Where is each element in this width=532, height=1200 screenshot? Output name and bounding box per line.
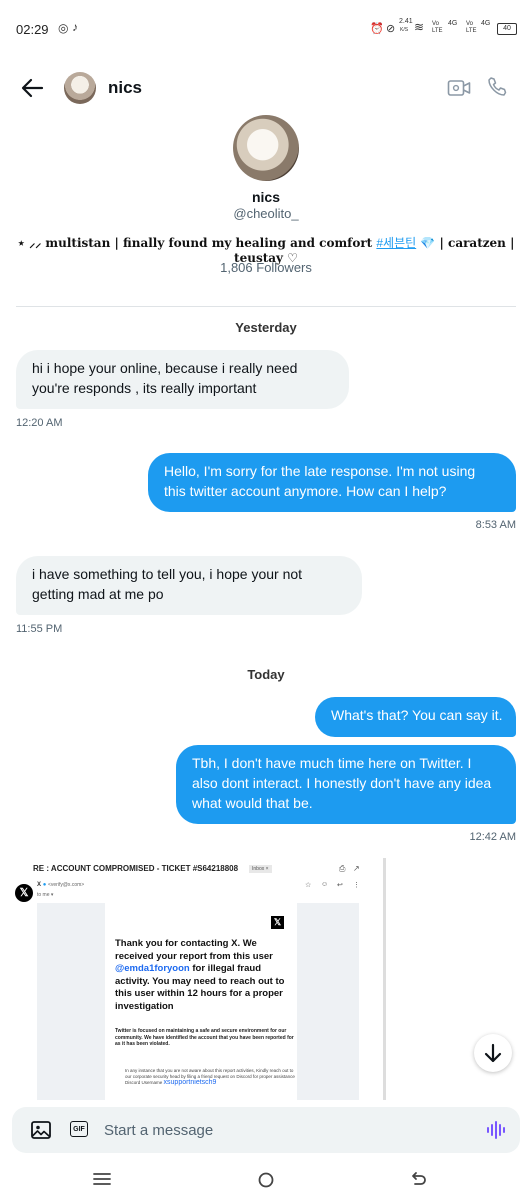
image-icon[interactable] [30, 1120, 52, 1145]
open-new-icon: ↗ [353, 864, 360, 873]
email-main-text: Thank you for contacting X. We received … [115, 938, 295, 1013]
voice-message-icon[interactable] [486, 1119, 506, 1146]
video-call-icon[interactable] [447, 78, 471, 103]
volte-label-1: Vo LTE [432, 21, 443, 34]
home-icon[interactable] [257, 1171, 275, 1194]
instagram-icon: ◎ [58, 21, 69, 35]
message-time: 12:42 AM [469, 831, 516, 843]
email-to: to me ▾ [37, 892, 54, 898]
email-subject: RE : ACCOUNT COMPROMISED - TICKET #S6421… [33, 864, 239, 873]
print-icon: ⎙ [339, 864, 346, 873]
status-time: 02:29 [16, 22, 49, 37]
tiktok-icon: ♪ [72, 20, 78, 34]
scroll-down-button[interactable] [474, 1034, 512, 1072]
reported-user-link: @emda1foryoon [115, 963, 190, 974]
profile-name: nics [251, 189, 280, 205]
more-icon: ⋮ [353, 882, 360, 889]
image-attachment[interactable]: RE : ACCOUNT COMPROMISED - TICKET #S6421… [15, 858, 386, 1100]
email-sender: X ● <verify@x.com> [37, 882, 84, 888]
gif-icon[interactable]: GIF [70, 1121, 88, 1137]
alarm-icon: ⏰ [370, 23, 384, 35]
header-name[interactable]: nics [108, 78, 142, 98]
message-bubble-out[interactable]: Tbh, I don't have much time here on Twit… [176, 745, 516, 824]
sender-name: X [37, 882, 42, 888]
wifi-icon: ≋ [414, 20, 425, 34]
x-logo-icon: 𝕏 [271, 916, 284, 929]
message-bubble-out[interactable]: Hello, I'm sorry for the late response. … [148, 453, 516, 512]
message-composer [12, 1107, 520, 1153]
menu-icon[interactable] [92, 1171, 112, 1192]
message-bubble-in[interactable]: i have something to tell you, i hope you… [16, 556, 362, 615]
system-nav-bar [0, 1160, 532, 1200]
network-4g-2: 4G [481, 20, 491, 27]
net-speed-unit: K/S [400, 27, 409, 33]
status-bar: 02:29 ◎ ♪ ⏰ ⊘ 2.41 K/S ≋ Vo LTE 4G Vo LT… [0, 0, 532, 60]
reply-icon: ↩ [337, 882, 343, 889]
star-icon: ☆ [305, 882, 312, 889]
day-label-yesterday: Yesterday [235, 320, 297, 335]
bio-prefix: ⋆ ⸝⸝ multistan | finally found my healin… [17, 236, 377, 250]
day-label-today: Today [247, 667, 285, 682]
divider [16, 306, 516, 307]
header-avatar[interactable] [64, 72, 96, 104]
email-paragraph: Twitter is focused on maintaining a safe… [115, 1028, 294, 1047]
message-time: 8:53 AM [475, 519, 516, 531]
bio-hashtag[interactable]: #세븐틴 [376, 236, 416, 250]
profile-avatar[interactable] [233, 115, 299, 181]
x-logo-icon: 𝕏 [15, 884, 33, 902]
back-nav-icon[interactable] [410, 1170, 428, 1193]
profile-followers[interactable]: 1,806 Followers [0, 260, 532, 275]
message-time: 11:55 PM [16, 623, 63, 635]
emoji-icon: ☺ [321, 881, 329, 888]
message-time: 12:20 AM [16, 417, 63, 429]
back-arrow-icon[interactable] [18, 74, 48, 102]
email-small-text: In any instance that you are not aware a… [125, 1068, 295, 1086]
message-bubble-in[interactable]: hi i hope your online, because i really … [16, 350, 349, 409]
verified-icon: ● [42, 882, 47, 888]
arrow-down-icon [484, 1043, 502, 1063]
network-4g-1: 4G [448, 20, 458, 27]
message-input[interactable]: Start a message [104, 1122, 213, 1139]
message-bubble-out[interactable]: What's that? You can say it. [315, 697, 516, 737]
body-1: Thank you for contacting X. We received … [115, 938, 273, 962]
volte-label-2: Vo LTE [466, 21, 477, 34]
mute-icon: ⊘ [386, 23, 396, 35]
sender-email: <verify@x.com> [47, 882, 85, 888]
discord-username: xsupportnietsch9 [163, 1079, 217, 1086]
net-speed: 2.41 [399, 18, 413, 25]
battery-icon: 40 [497, 23, 517, 35]
email-inbox-tag: Inbox × [249, 865, 272, 873]
profile-handle: @cheolito_ [233, 206, 299, 221]
phone-icon[interactable] [486, 76, 508, 103]
